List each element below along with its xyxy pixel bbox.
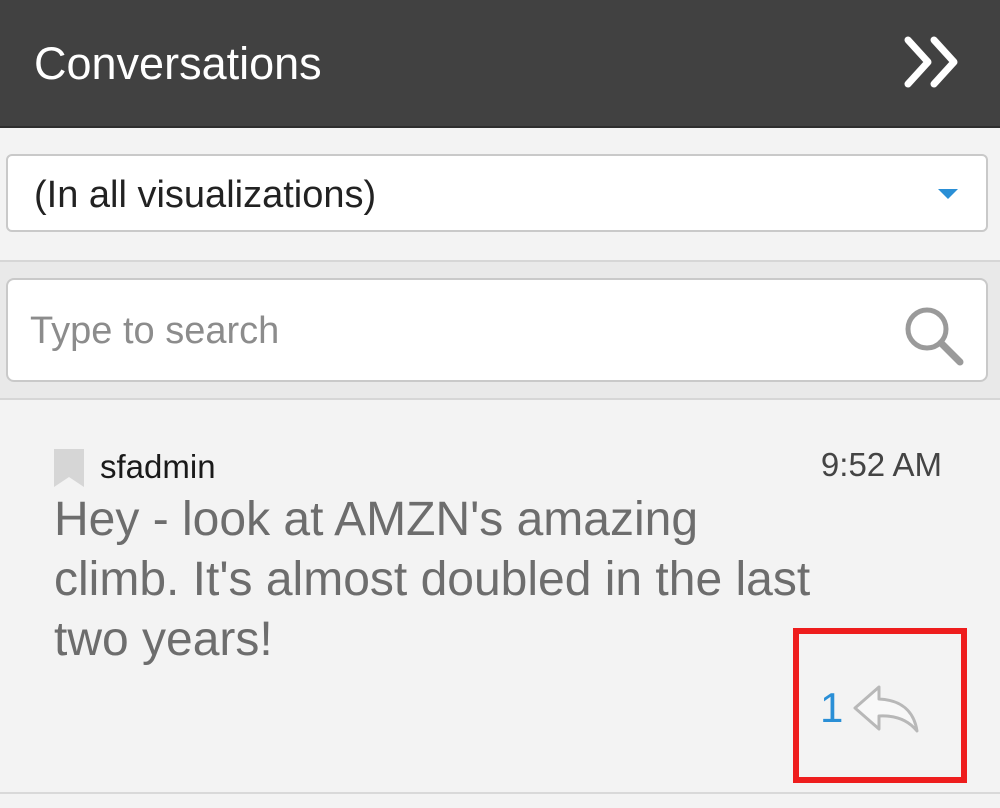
message-timestamp: 9:52 AM	[820, 446, 942, 483]
reply-button[interactable]: 1	[820, 678, 921, 738]
filter-selected-value: (In all visualizations)	[34, 174, 377, 216]
collapse-panel-button[interactable]	[896, 30, 966, 94]
conversation-item[interactable]: sfadmin 9:52 AM Hey - look at AMZN's ama…	[0, 402, 1000, 794]
bookmark-icon[interactable]	[54, 449, 84, 487]
visualization-filter-dropdown[interactable]: (In all visualizations)	[6, 154, 988, 232]
search-input[interactable]	[30, 302, 880, 360]
conversations-panel: Conversations (In all visualizations) Ty…	[0, 0, 1000, 808]
filter-area: (In all visualizations)	[0, 130, 1000, 260]
message-text: Hey - look at AMZN's amazing climb. It's…	[54, 493, 811, 666]
panel-header: Conversations	[0, 0, 1000, 128]
double-chevron-right-icon	[904, 36, 958, 88]
author-name: sfadmin	[100, 448, 216, 485]
search-box	[6, 278, 988, 382]
caret-down-icon	[938, 189, 958, 199]
reply-count: 1	[820, 684, 844, 731]
search-icon[interactable]	[900, 302, 966, 368]
search-area	[0, 260, 1000, 400]
panel-title: Conversations	[34, 38, 322, 89]
reply-arrow-icon	[853, 685, 919, 733]
